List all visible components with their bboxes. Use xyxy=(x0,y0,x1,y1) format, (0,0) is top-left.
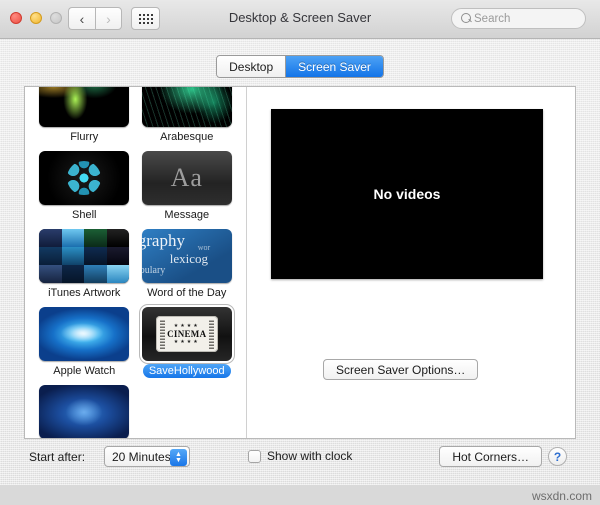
screensaver-item-itunes-artwork[interactable]: iTunes Artwork xyxy=(35,229,134,300)
wotd-word-4: wor xyxy=(198,243,210,252)
preview-pane: No videos Screen Saver Options… xyxy=(247,87,575,438)
word-of-the-day-thumbnail-icon: graphy lexicog bulary wor xyxy=(142,229,232,283)
screensaver-item-random[interactable]: Random xyxy=(35,385,134,438)
message-thumbnail-icon: Aa xyxy=(142,151,232,205)
message-art-text: Aa xyxy=(171,163,203,193)
window-titlebar: ‹ › Desktop & Screen Saver Search xyxy=(0,0,600,39)
screensaver-label: iTunes Artwork xyxy=(42,286,126,300)
savehollywood-thumbnail-icon: ★★★★ CINEMA ★★★★ xyxy=(142,307,232,361)
wotd-word-3: bulary xyxy=(142,265,166,276)
watermark: wsxdn.com xyxy=(532,489,592,503)
screensaver-item-flurry[interactable]: Flurry xyxy=(35,87,134,144)
preview-message: No videos xyxy=(374,186,441,202)
show-with-clock-label: Show with clock xyxy=(267,449,352,463)
checkbox-box[interactable] xyxy=(248,450,261,463)
preferences-window: ‹ › Desktop & Screen Saver Search Deskto… xyxy=(0,0,600,485)
show-with-clock-checkbox[interactable]: Show with clock xyxy=(248,449,352,463)
search-placeholder: Search xyxy=(474,13,510,25)
start-after-dropdown[interactable]: 20 Minutes ▲▼ xyxy=(104,446,190,467)
screensaver-item-word-of-the-day[interactable]: graphy lexicog bulary wor Word of the Da… xyxy=(138,229,237,300)
segmented-control: Desktop Screen Saver xyxy=(216,55,384,78)
flurry-thumbnail-icon xyxy=(39,87,129,127)
screen-saver-options-button[interactable]: Screen Saver Options… xyxy=(323,359,478,380)
start-after-label: Start after: xyxy=(29,450,85,464)
screensaver-label: SaveHollywood xyxy=(143,364,231,378)
ticket-stars-bottom: ★★★★ xyxy=(174,339,200,345)
itunes-artwork-thumbnail-icon xyxy=(39,229,129,283)
hot-corners-button[interactable]: Hot Corners… xyxy=(439,446,542,467)
tab-screen-saver[interactable]: Screen Saver xyxy=(285,56,383,77)
random-thumbnail-icon xyxy=(39,385,129,438)
screensaver-label: Arabesque xyxy=(154,130,219,144)
shell-thumbnail-icon xyxy=(39,151,129,205)
arabesque-thumbnail-icon xyxy=(142,87,232,127)
screensaver-label: Apple Watch xyxy=(47,364,121,378)
main-panel: Flurry Arabesque Shell Aa Message xyxy=(24,86,576,439)
screensaver-item-apple-watch[interactable]: Apple Watch xyxy=(35,307,134,378)
help-button[interactable]: ? xyxy=(548,447,567,466)
bottom-controls: Start after: 20 Minutes ▲▼ Show with clo… xyxy=(0,445,600,485)
screensaver-item-message[interactable]: Aa Message xyxy=(138,151,237,222)
screensaver-preview: No videos xyxy=(271,109,543,279)
ticket-word: CINEMA xyxy=(167,329,206,339)
search-field[interactable]: Search xyxy=(451,8,586,29)
screensaver-item-savehollywood[interactable]: ★★★★ CINEMA ★★★★ SaveHollywood xyxy=(138,307,237,378)
screensaver-item-shell[interactable]: Shell xyxy=(35,151,134,222)
screensaver-item-arabesque[interactable]: Arabesque xyxy=(138,87,237,144)
wotd-word-1: graphy xyxy=(142,231,185,251)
tab-desktop[interactable]: Desktop xyxy=(217,56,285,77)
screensaver-list[interactable]: Flurry Arabesque Shell Aa Message xyxy=(25,87,247,438)
screensaver-label: Message xyxy=(158,208,215,222)
start-after-value: 20 Minutes xyxy=(112,450,171,464)
chevron-updown-icon: ▲▼ xyxy=(170,449,187,466)
screensaver-label: Shell xyxy=(66,208,102,222)
screensaver-grid: Flurry Arabesque Shell Aa Message xyxy=(25,87,246,438)
apple-watch-thumbnail-icon xyxy=(39,307,129,361)
search-icon xyxy=(461,13,471,23)
cinema-ticket-icon: ★★★★ CINEMA ★★★★ xyxy=(156,316,218,352)
screensaver-label: Flurry xyxy=(64,130,104,144)
screensaver-label: Word of the Day xyxy=(141,286,232,300)
wotd-word-2: lexicog xyxy=(170,251,208,267)
tab-bar: Desktop Screen Saver xyxy=(0,55,600,78)
